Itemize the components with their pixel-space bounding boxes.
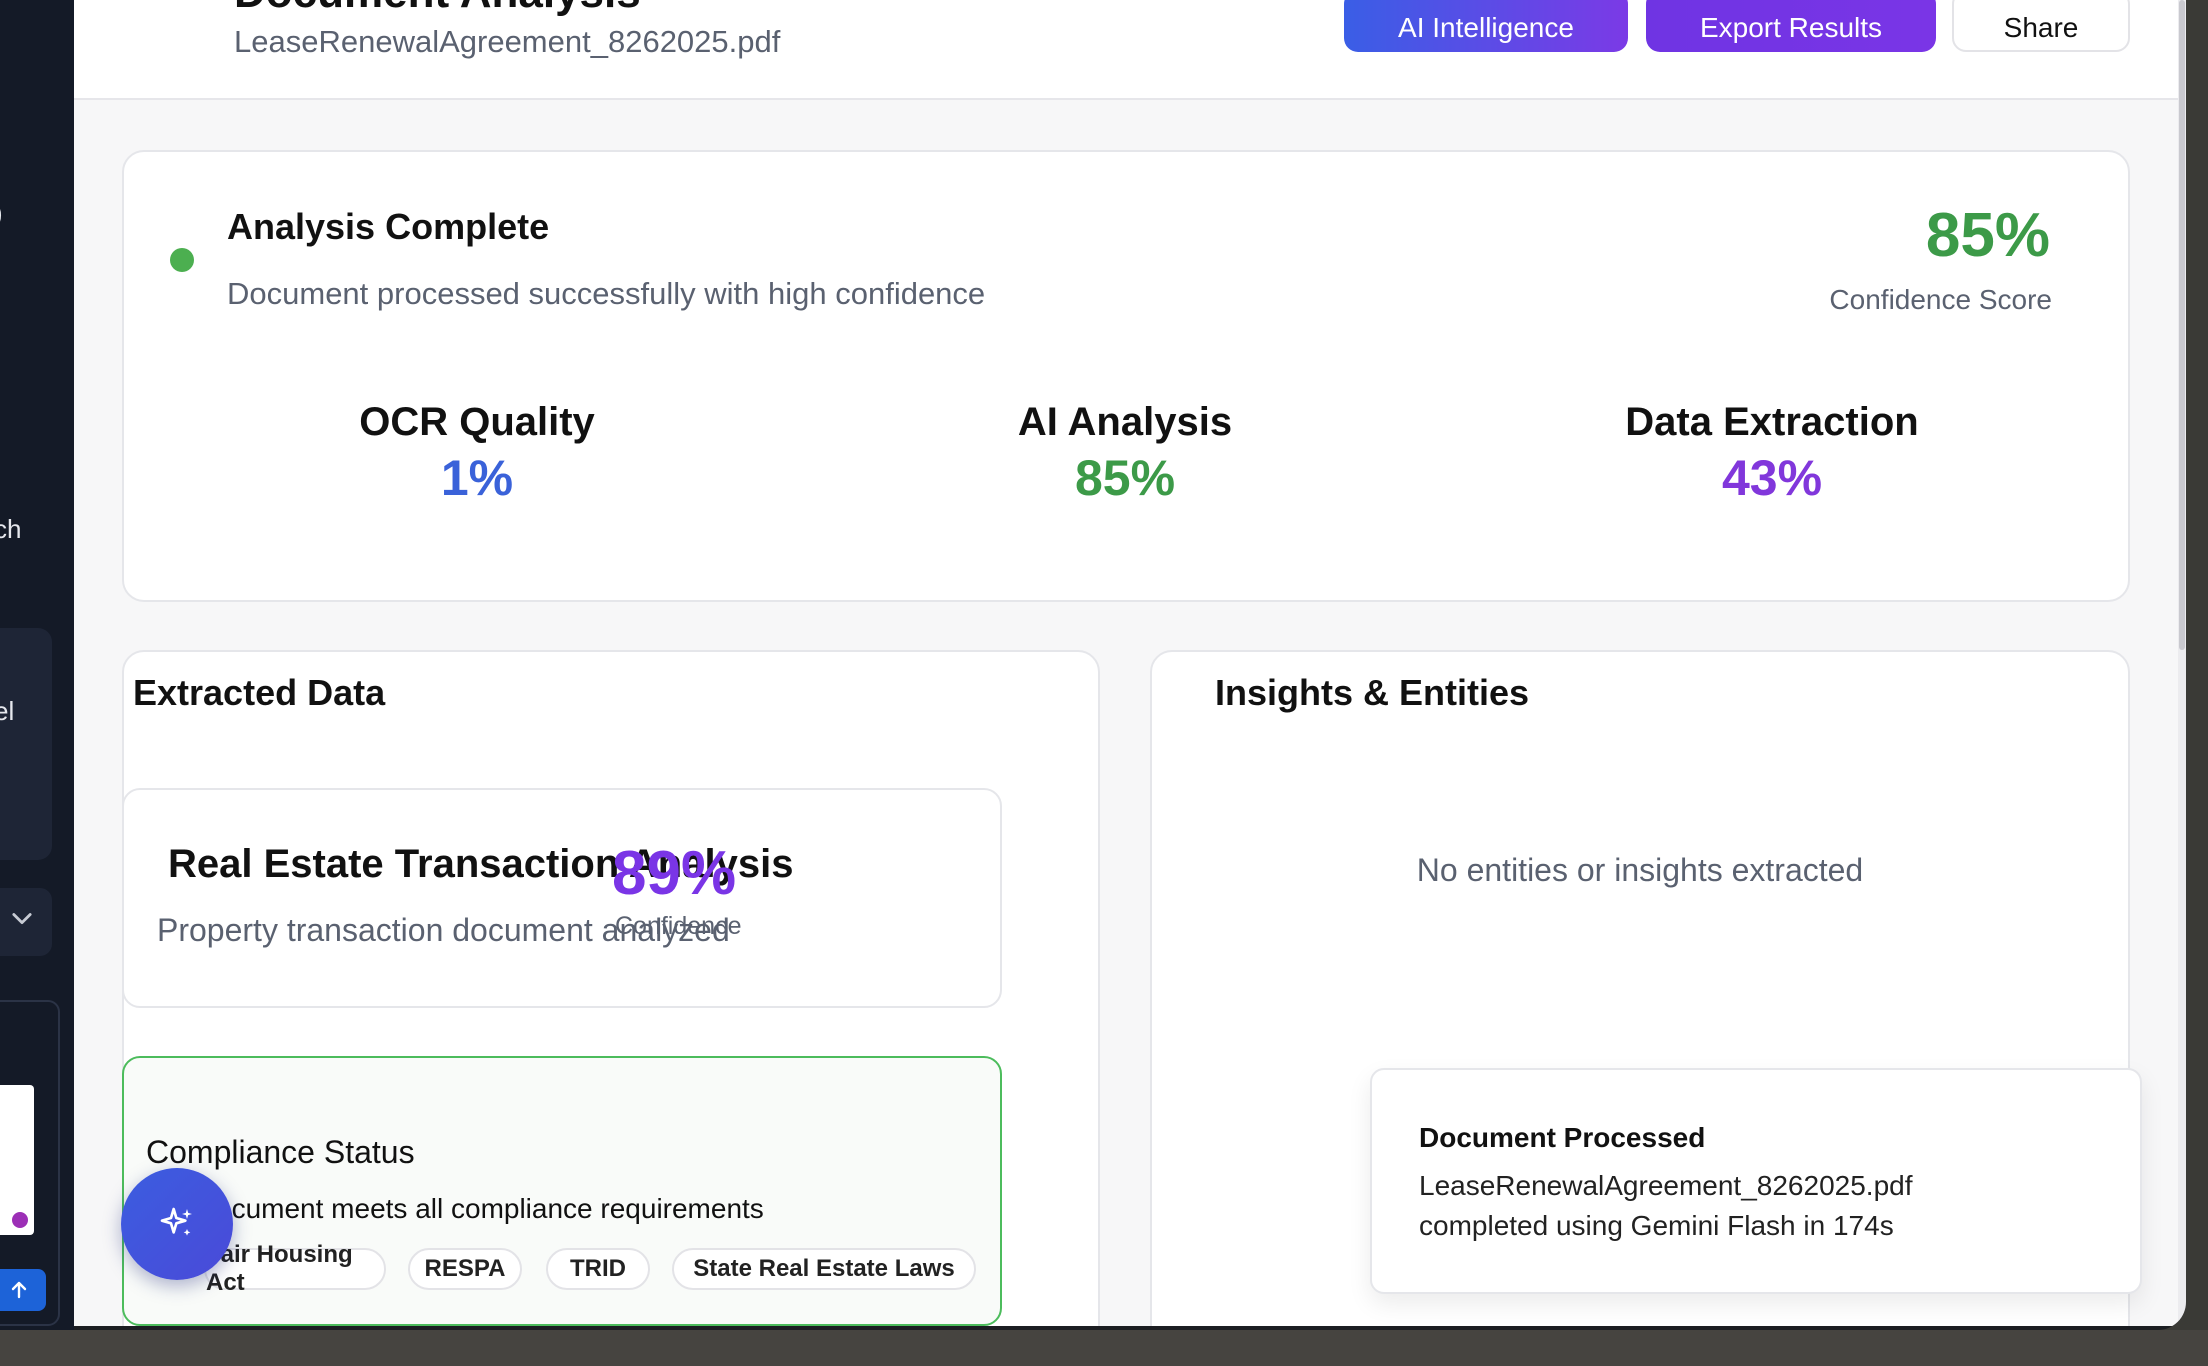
insights-empty-message: No entities or insights extracted [1416,852,1864,888]
share-button[interactable]: Share [1952,0,2130,52]
compliance-tag: TRID [546,1248,650,1290]
toast-message-line: completed using Gemini Flash in 174s [1419,1210,1894,1241]
confidence-score-value: 85% [1925,201,2050,270]
compliance-tag: State Real Estate Laws [672,1248,976,1290]
status-dot-icon [12,1212,28,1228]
compliance-status-description: ocument meets all compliance requirement… [216,1193,764,1224]
sparkles-icon [160,1207,192,1236]
sidebar-text-fragment: ) [0,198,3,229]
window-frame-bottom [0,1330,2208,1366]
toast-message-line: LeaseRenewalAgreement_8262025.pdf [1419,1170,1913,1201]
toast-title: Document Processed [1419,1122,1706,1153]
metric-label: AI Analysis [1017,400,1233,444]
page-title: Document Analysis [234,0,641,18]
classification-confidence-label: Confidence [615,912,742,940]
top-bar: Document Analysis LeaseRenewalAgreement_… [74,0,2178,100]
compliance-tag: RESPA [408,1248,522,1290]
analysis-status-description: Document processed successfully with hig… [227,276,986,311]
scrollbar-thumb[interactable] [2179,0,2185,650]
metric-ocr-quality: OCR Quality 1% [257,400,697,507]
sidebar: ) ch el [0,0,74,1330]
metric-value: 1% [440,450,514,506]
classification-confidence-value: 89% [612,839,737,908]
metric-value: 85% [1074,450,1176,506]
sidebar-text-fragment[interactable]: ch [0,514,21,545]
metric-label: Data Extraction [1625,400,1919,444]
analysis-status-title: Analysis Complete [227,206,550,247]
ai-assistant-fab[interactable] [121,1168,233,1280]
sidebar-text-fragment: el [0,696,15,726]
insights-entities-title: Insights & Entities [1215,672,1530,713]
scroll-up-button[interactable] [0,1269,46,1311]
arrow-up-icon [11,1281,27,1299]
ai-intelligence-button[interactable]: AI Intelligence [1344,0,1628,52]
app-window: ) ch el Document Analysis LeaseRenewalAg… [0,0,2186,1330]
metric-ai-analysis: AI Analysis 85% [905,400,1345,507]
metric-value: 43% [1721,450,1823,506]
confidence-score-label: Confidence Score [1829,284,2052,315]
export-results-button[interactable]: Export Results [1646,0,1936,52]
metric-label: OCR Quality [359,400,595,444]
status-dot-icon [170,248,194,272]
classification-card [122,788,1002,1008]
extracted-data-title: Extracted Data [133,672,386,713]
metric-data-extraction: Data Extraction 43% [1552,400,1992,507]
sidebar-card[interactable] [0,628,52,860]
compliance-status-title: Compliance Status [146,1134,415,1170]
document-filename: LeaseRenewalAgreement_8262025.pdf [234,24,781,59]
compliance-tag: Fair Housing Act [204,1241,386,1296]
chevron-down-icon[interactable] [8,904,36,932]
